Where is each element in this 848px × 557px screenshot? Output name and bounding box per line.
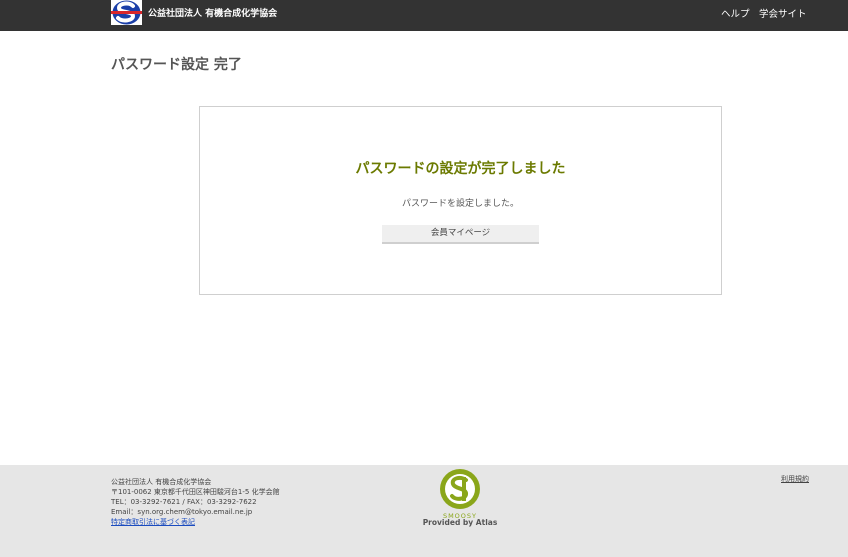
society-logo-icon — [111, 0, 142, 25]
header-org-name: 公益社団法人 有機合成化学協会 — [148, 9, 278, 19]
nav-help-link[interactable]: ヘルプ — [721, 6, 750, 20]
society-logo[interactable] — [111, 0, 142, 25]
footer-address: 〒101-0062 東京都千代田区神田駿河台1-5 化学会館 — [111, 488, 280, 496]
terms-of-use-link[interactable]: 利用規約 — [781, 474, 809, 484]
completion-heading: パスワードの設定が完了しました — [355, 161, 566, 177]
page-title: パスワード設定 完了 — [111, 57, 242, 73]
completion-card: パスワードの設定が完了しました パスワードを設定しました。 会員マイページ — [199, 106, 722, 295]
provided-by-text: Provided by Atlas — [422, 518, 498, 527]
member-mypage-button[interactable]: 会員マイページ — [382, 225, 539, 244]
site-header: 公益社団法人 有機合成化学協会 ヘルプ 学会サイト — [0, 0, 848, 31]
footer-org-name: 公益社団法人 有機合成化学協会 — [111, 478, 212, 486]
smoosy-logo: SMOOSY — [438, 468, 482, 520]
nav-society-site-link[interactable]: 学会サイト — [759, 6, 807, 20]
smoosy-logo-icon — [440, 469, 480, 509]
site-footer: 公益社団法人 有機合成化学協会 〒101-0062 東京都千代田区神田駿河台1-… — [0, 465, 848, 557]
completion-message: パスワードを設定しました。 — [401, 199, 519, 209]
footer-tel-fax: TEL：03-3292-7621 / FAX：03-3292-7622 — [111, 498, 257, 506]
